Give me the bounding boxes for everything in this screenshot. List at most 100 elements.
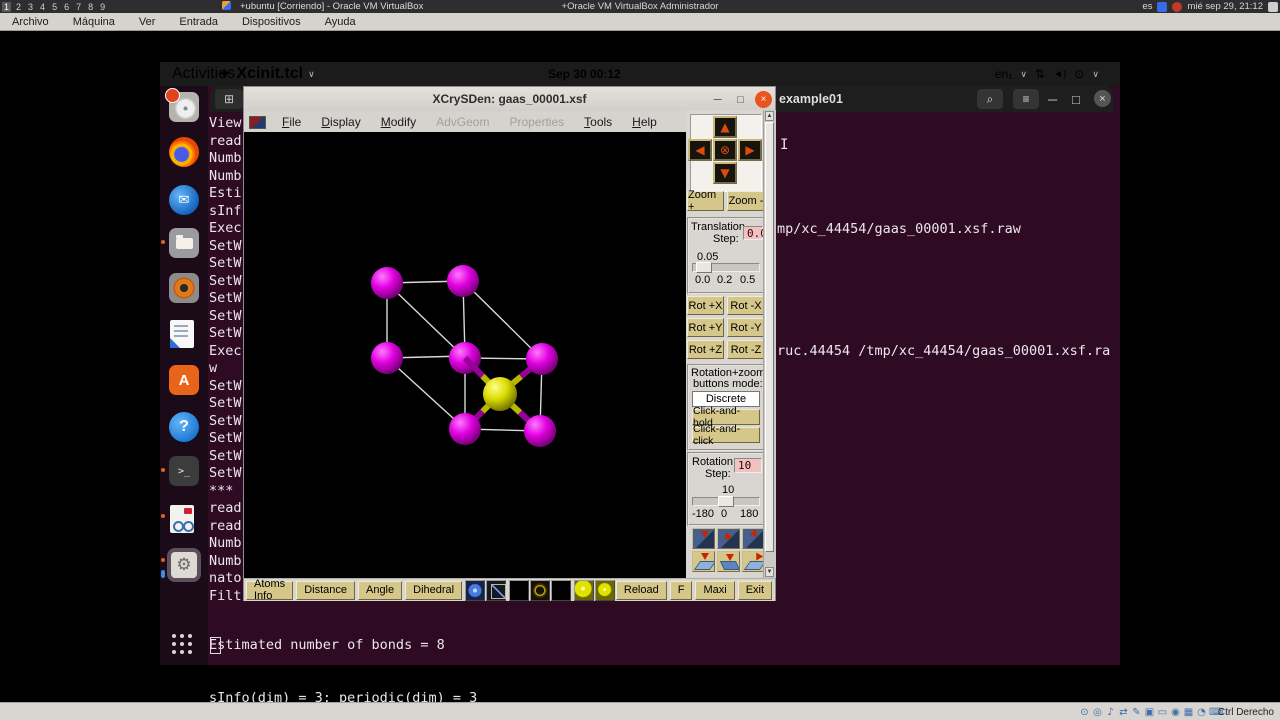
focused-app-menu[interactable]: ✦ Xcinit.tcl ∨: [218, 62, 315, 86]
menu-item-ayuda[interactable]: Ayuda: [313, 16, 368, 28]
zoom-in-button[interactable]: Zoom +: [687, 189, 724, 213]
scroll-down-icon[interactable]: ▼: [765, 567, 774, 577]
scrollbar-thumb[interactable]: [765, 122, 774, 552]
translate-left-button[interactable]: ◀: [688, 139, 712, 161]
rot-button-rot-z[interactable]: Rot -Z: [727, 340, 765, 359]
atom-ga[interactable]: [449, 413, 481, 445]
dock-item-writer[interactable]: [167, 317, 201, 351]
workspace-number[interactable]: 2: [14, 2, 23, 12]
rotation-slider-thumb[interactable]: [718, 496, 734, 507]
atom-as[interactable]: [483, 377, 517, 411]
rot-button-rotz[interactable]: Rot +Z: [687, 340, 724, 359]
translate-up-button[interactable]: ▲: [713, 116, 737, 138]
zoom-out-button[interactable]: Zoom -: [727, 191, 765, 211]
maxi-button[interactable]: Maxi: [695, 580, 735, 600]
window-corner-icon[interactable]: [1268, 1, 1278, 12]
maximize-icon[interactable]: □: [732, 91, 749, 108]
dock-item-thunderbird[interactable]: ✉: [167, 183, 201, 217]
atom-ga[interactable]: [526, 343, 558, 375]
workspace-number[interactable]: 9: [98, 2, 107, 12]
crystal-icon[interactable]: [465, 579, 485, 601]
panel-scrollbar[interactable]: ▲ ▼: [763, 110, 776, 578]
sphere-large-icon[interactable]: [574, 579, 595, 601]
rotate-plane-button[interactable]: [742, 551, 765, 572]
rot-button-rot-y[interactable]: Rot -Y: [727, 318, 765, 337]
rotate-plane-button[interactable]: [692, 528, 715, 549]
spacefill-icon[interactable]: [509, 579, 530, 601]
show-applications-button[interactable]: [167, 629, 201, 663]
maximize-icon[interactable]: □: [1072, 89, 1080, 109]
rotate-plane-button[interactable]: [742, 528, 765, 549]
angle-button[interactable]: Angle: [357, 580, 403, 600]
rot-button-rot-x[interactable]: Rot -X: [727, 296, 765, 315]
menu-file[interactable]: File: [272, 113, 311, 131]
dock-item-help[interactable]: ?: [167, 410, 201, 444]
mouse-integration-icon[interactable]: ◔: [1196, 707, 1207, 718]
system-tray[interactable]: en₁ ∨ ⇅ ◄) ⊙ ∨: [995, 62, 1099, 86]
scroll-up-icon[interactable]: ▲: [765, 111, 774, 121]
audio-icon[interactable]: ♪: [1105, 707, 1116, 718]
mode-click-and-click-button[interactable]: Click-and-click: [692, 423, 760, 447]
translation-step-entry[interactable]: 0.05: [743, 226, 774, 240]
rot-button-roty[interactable]: Rot +Y: [687, 318, 724, 337]
workspace-number[interactable]: 4: [38, 2, 47, 12]
workspace-number[interactable]: 1: [2, 1, 12, 12]
close-icon[interactable]: ×: [755, 91, 772, 108]
guest-clock[interactable]: Sep 30 00:12: [548, 62, 621, 86]
exit-button[interactable]: Exit: [737, 580, 773, 600]
menu-modify[interactable]: Modify: [371, 113, 426, 131]
translation-slider-thumb[interactable]: [696, 262, 712, 273]
recording-icon[interactable]: ◉: [1170, 707, 1181, 718]
wireframe-sphere-icon[interactable]: [530, 579, 550, 601]
dock-item-xcrysden-active[interactable]: ⚙: [167, 548, 201, 582]
usb-icon[interactable]: ✎: [1131, 707, 1142, 718]
f-button[interactable]: F: [669, 580, 693, 600]
sphere-small-icon[interactable]: [595, 579, 615, 601]
workspace-number[interactable]: 7: [74, 2, 83, 12]
rotate-plane-button[interactable]: [717, 528, 740, 549]
menu-tools[interactable]: Tools: [574, 113, 622, 131]
workspace-number[interactable]: 5: [50, 2, 59, 12]
optical-disc-icon[interactable]: ◎: [1092, 707, 1103, 718]
atom-ga[interactable]: [371, 342, 403, 374]
virtualbox-tray-icon[interactable]: [1157, 1, 1168, 12]
menu-display[interactable]: Display: [311, 113, 370, 131]
dock-item-installer[interactable]: [165, 88, 201, 124]
menu-item-dispositivos[interactable]: Dispositivos: [230, 16, 313, 28]
menu-help[interactable]: Help: [622, 113, 667, 131]
minimize-icon[interactable]: ─: [709, 91, 726, 108]
dock-item-rhythmbox[interactable]: [167, 271, 201, 305]
keyboard-layout[interactable]: es: [1142, 1, 1152, 12]
rotation-step-entry[interactable]: 10: [734, 458, 762, 473]
structure-canvas[interactable]: [244, 132, 686, 578]
translate-down-button[interactable]: ▼: [713, 162, 737, 184]
ballstick-icon[interactable]: [550, 579, 571, 601]
network-icon[interactable]: ⇄: [1118, 707, 1129, 718]
menu-item-ver[interactable]: Ver: [127, 16, 168, 28]
close-icon[interactable]: ×: [1094, 90, 1111, 107]
xcrysden-titlebar[interactable]: XCrySDen: gaas_00001.xsf ─ □ ×: [244, 87, 775, 112]
minimize-icon[interactable]: ─: [1048, 89, 1057, 109]
menu-item-entrada[interactable]: Entrada: [167, 16, 230, 28]
workspace-indicator[interactable]: 123456789: [2, 0, 107, 13]
atoms-info-button[interactable]: Atoms Info: [246, 578, 294, 602]
harddisk-icon[interactable]: ⊙: [1079, 707, 1090, 718]
workspace-number[interactable]: 8: [86, 2, 95, 12]
atom-ga[interactable]: [524, 415, 556, 447]
dock-item-document-viewer[interactable]: [167, 502, 201, 536]
distance-button[interactable]: Distance: [296, 580, 355, 600]
workspace-number[interactable]: 6: [62, 2, 71, 12]
dock-item-terminal[interactable]: >_: [167, 454, 201, 488]
tray-app-icon[interactable]: [1172, 1, 1183, 12]
translate-right-button[interactable]: ▶: [738, 139, 762, 161]
rot-button-rotx[interactable]: Rot +X: [687, 296, 724, 315]
workspace-number[interactable]: 3: [26, 2, 35, 12]
shared-folders-icon[interactable]: ▣: [1144, 707, 1155, 718]
atom-ga[interactable]: [371, 267, 403, 299]
dock-item-files[interactable]: [167, 226, 201, 260]
keyboard-indicator[interactable]: en₁: [995, 67, 1012, 81]
dihedral-button[interactable]: Dihedral: [405, 580, 463, 600]
menu-item-máquina[interactable]: Máquina: [61, 16, 127, 28]
rotate-plane-button[interactable]: [692, 551, 715, 572]
hamburger-menu-icon[interactable]: ≡: [1013, 89, 1039, 109]
